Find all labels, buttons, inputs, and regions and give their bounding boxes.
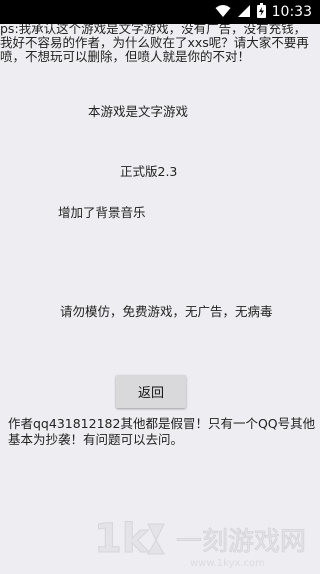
svg-text:www.1kyx.com: www.1kyx.com	[190, 558, 265, 569]
version-text: 正式版2.3	[120, 164, 178, 179]
status-bar: 10:33	[0, 0, 320, 24]
battery-charging-icon	[256, 2, 266, 22]
svg-text:1k: 1k	[94, 516, 150, 562]
cellular-signal-icon	[237, 3, 251, 22]
status-time: 10:33	[271, 4, 312, 20]
background-music-text: 增加了背景音乐	[58, 205, 146, 220]
back-button[interactable]: 返回	[116, 375, 186, 408]
status-icons: 10:33	[215, 2, 312, 22]
author-note: 作者qq431812182其他都是假冒！只有一个QQ号其他基本为抄袭！有问题可以…	[8, 416, 316, 447]
wifi-icon	[215, 3, 231, 22]
notice-text: ps:我承认这个游戏是文字游戏，没有广告，没有充钱，我好不容易的作者，为什么败在…	[0, 21, 309, 64]
svg-text:一刻游戏网: 一刻游戏网	[176, 527, 306, 557]
watermark-logo: 1k 一刻游戏网 www.1kyx.com	[90, 510, 320, 570]
disclaimer-text: 请勿模仿，免费游戏，无广告，无病毒	[60, 304, 273, 319]
game-title-text: 本游戏是文字游戏	[88, 104, 189, 119]
